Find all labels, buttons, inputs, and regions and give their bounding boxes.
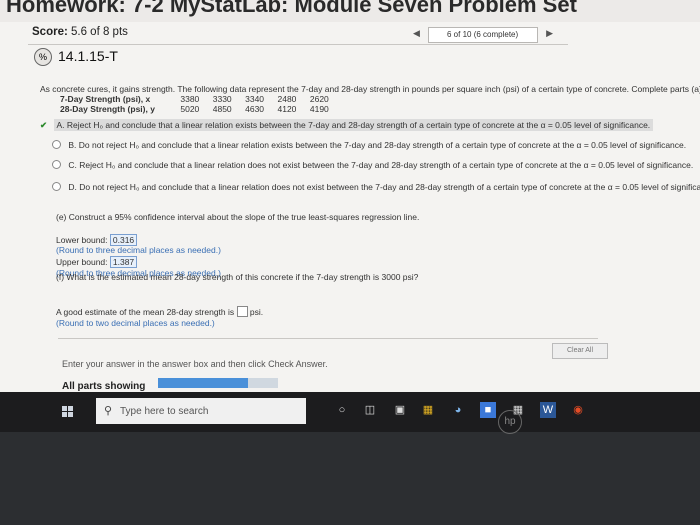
option-a-text[interactable]: A. Reject H₀ and conclude that a linear … (53, 119, 654, 131)
score-text: Score: 5.6 of 8 pts (32, 26, 128, 38)
option-b-text: Do not reject H₀ and conclude that a lin… (78, 140, 687, 150)
table-cell: 5020 (180, 104, 200, 114)
edge-icon[interactable]: ◕ (450, 402, 466, 418)
table-cell: 3330 (212, 94, 232, 104)
instruction-text: Enter your answer in the answer box and … (62, 359, 328, 369)
part-f-answer-row: A good estimate of the mean 28-day stren… (56, 306, 263, 317)
table-cell: 3380 (180, 94, 200, 104)
table-cell: 4190 (309, 104, 329, 114)
radio-c[interactable] (52, 160, 61, 169)
lower-bound-label: Lower bound: (56, 235, 108, 245)
option-b-letter: B. (68, 140, 77, 150)
row-label: 28-Day Strength (psi), y (60, 104, 155, 114)
word-icon[interactable]: W (540, 402, 556, 418)
chrome-icon[interactable]: ◉ (570, 402, 586, 418)
question-progress-text[interactable]: 6 of 10 (6 complete) (447, 30, 518, 39)
hp-logo-icon: hp (498, 410, 522, 434)
next-question-icon[interactable]: ▶ (546, 28, 553, 39)
parts-progress-bar (158, 378, 278, 388)
windows-start-icon[interactable] (62, 406, 74, 418)
question-id: 14.1.15-T (58, 48, 118, 64)
taskbar-search-box[interactable]: ⚲ Type here to search (96, 398, 306, 424)
table-cell: 2620 (309, 94, 329, 104)
score-label: Score: (32, 26, 68, 38)
lower-bound-hint: (Round to three decimal places as needed… (56, 245, 221, 255)
file-explorer-icon[interactable]: ▦ (420, 402, 436, 418)
table-cell: 4850 (212, 104, 232, 114)
windows-taskbar: ⚲ Type here to search ○ ◫ ▣ ▦ ◕ ■ ▦ W ◉ (0, 392, 700, 432)
table-cell: 2480 (277, 94, 297, 104)
all-parts-label: All parts showing (62, 381, 146, 392)
radio-b[interactable] (52, 140, 61, 149)
clear-all-button[interactable]: Clear All (552, 343, 608, 359)
radio-d[interactable] (52, 182, 61, 191)
search-icon: ⚲ (104, 405, 113, 417)
table-cell: 3340 (245, 94, 265, 104)
page-title: Homework: 7-2 MyStatLab: Module Seven Pr… (6, 0, 577, 17)
score-value: 5.6 of 8 pts (71, 26, 128, 38)
part-f-question: (f) What is the estimated mean 28-day st… (56, 272, 419, 282)
question-navigator[interactable]: ◀ 6 of 10 (6 complete) ▶ (413, 27, 553, 43)
parts-progress-fill (158, 378, 248, 388)
table-row-28day: 28-Day Strength (psi), y 5020 4850 4630 … (60, 104, 340, 114)
table-cell: 4630 (245, 104, 265, 114)
correct-check-icon: ✔ (40, 120, 48, 130)
option-a[interactable]: ✔ A. Reject H₀ and conclude that a linea… (40, 119, 654, 131)
answer-footer: Clear All Enter your answer in the answe… (58, 338, 608, 392)
part-f-hint: (Round to two decimal places as needed.) (56, 318, 215, 328)
table-cell: 4120 (277, 104, 297, 114)
option-d-text: Do not reject H₀ and conclude that a lin… (79, 182, 700, 192)
data-table: 7-Day Strength (psi), x 3380 3330 3340 2… (60, 94, 340, 114)
cortana-icon[interactable]: ○ (334, 402, 350, 418)
task-view-icon[interactable]: ◫ (362, 402, 378, 418)
laptop-bezel (0, 432, 700, 525)
part-f-answer-label: A good estimate of the mean 28-day stren… (56, 307, 235, 317)
search-placeholder: Type here to search (120, 406, 209, 417)
row-label: 7-Day Strength (psi), x (60, 94, 151, 104)
previous-question-icon[interactable]: ◀ (413, 28, 420, 39)
table-row-7day: 7-Day Strength (psi), x 3380 3330 3340 2… (60, 94, 340, 104)
part-e-question: (e) Construct a 95% confidence interval … (56, 212, 420, 222)
question-header: % 14.1.15-T (28, 48, 568, 68)
store-icon[interactable]: ▣ (392, 402, 408, 418)
upper-bound-label: Upper bound: (56, 257, 108, 267)
option-b[interactable]: B. Do not reject H₀ and conclude that a … (52, 140, 686, 150)
browser-screen: Homework: 7-2 MyStatLab: Module Seven Pr… (0, 0, 700, 440)
mean-strength-input[interactable] (236, 306, 248, 317)
option-c-text: Reject H₀ and conclude that a linear rel… (79, 160, 694, 170)
option-d-letter: D. (68, 182, 77, 192)
upper-bound-row: Upper bound: 1.387 (56, 256, 138, 268)
title-bar: Homework: 7-2 MyStatLab: Module Seven Pr… (0, 0, 700, 22)
part-f-unit: psi. (249, 307, 264, 317)
partial-credit-icon: % (34, 48, 52, 66)
question-prompt: As concrete cures, it gains strength. Th… (40, 84, 700, 94)
option-d[interactable]: D. Do not reject H₀ and conclude that a … (52, 182, 700, 192)
option-c[interactable]: C. Reject H₀ and conclude that a linear … (52, 160, 693, 170)
upper-bound-input[interactable]: 1.387 (109, 256, 138, 268)
option-c-letter: C. (68, 160, 77, 170)
photos-icon[interactable]: ■ (480, 402, 496, 418)
